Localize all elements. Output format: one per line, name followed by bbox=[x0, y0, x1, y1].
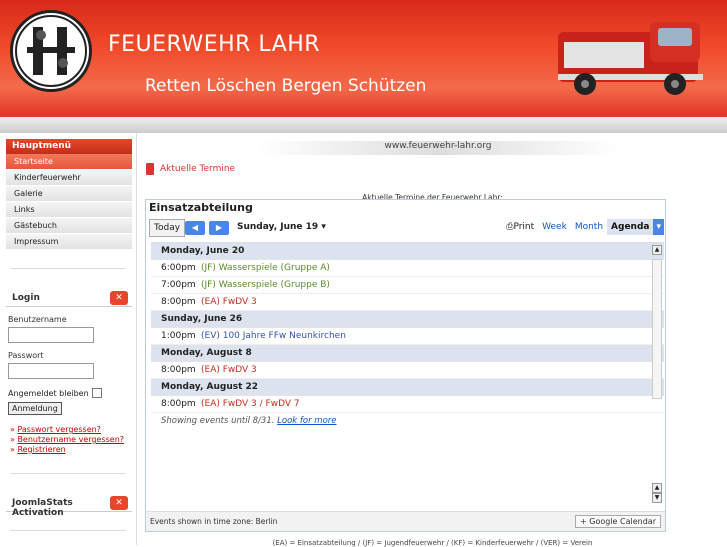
username-input[interactable] bbox=[8, 327, 94, 343]
agenda-scrollbar[interactable]: ▲ bbox=[652, 245, 662, 475]
agenda-day-header: Monday, June 20 bbox=[151, 243, 664, 260]
remember-me-label: Angemeldet bleiben bbox=[8, 388, 89, 398]
site-title: FEUERWEHR LAHR bbox=[108, 32, 321, 57]
site-slogan: Retten Löschen Bergen Schützen bbox=[145, 76, 427, 96]
agenda-event[interactable]: 6:00pm (JF) Wasserspiele (Gruppe A) bbox=[151, 260, 664, 277]
event-time: 8:00pm bbox=[161, 365, 196, 375]
event-title[interactable]: (JF) Wasserspiele (Gruppe A) bbox=[201, 263, 330, 273]
dropdown-arrow-icon[interactable]: ▾ bbox=[653, 219, 664, 235]
close-icon[interactable]: ✕ bbox=[110, 291, 128, 305]
main-menu-title: Hauptmenü bbox=[6, 139, 132, 154]
abbreviation-legend: (EA) = Einsatzabteilung / (JF) = Jugendf… bbox=[272, 539, 593, 547]
register-link[interactable]: » Registrieren bbox=[10, 445, 136, 455]
site-header: FEUERWEHR LAHR Retten Löschen Bergen Sch… bbox=[0, 0, 727, 117]
login-button[interactable]: Anmeldung bbox=[8, 402, 62, 415]
chevron-right-icon[interactable]: ▶ bbox=[209, 221, 229, 235]
sidebar-item-links[interactable]: Links bbox=[6, 202, 132, 218]
tab-month[interactable]: Month bbox=[571, 219, 607, 235]
password-label: Passwort bbox=[8, 351, 44, 360]
remember-me-row: Angemeldet bleiben bbox=[8, 388, 136, 398]
extinguisher-icon bbox=[146, 163, 154, 175]
sidebar-item-gaestebuch[interactable]: Gästebuch bbox=[6, 218, 132, 234]
event-title[interactable]: (EA) FwDV 3 bbox=[201, 365, 257, 375]
agenda-day-header: Monday, August 8 bbox=[151, 345, 664, 362]
sidebar-item-kinderfeuerwehr[interactable]: Kinderfeuerwehr bbox=[6, 170, 132, 186]
print-button[interactable]: ⎙Print bbox=[502, 219, 538, 235]
current-date[interactable]: Sunday, June 19 ▾ bbox=[237, 222, 326, 232]
main-content: www.feuerwehr-lahr.org Aktuelle Termine … bbox=[138, 133, 727, 547]
scroll-up-icon[interactable]: ▲ bbox=[652, 245, 662, 255]
agenda-day-header: Monday, August 22 bbox=[151, 379, 664, 396]
agenda-event[interactable]: 7:00pm (JF) Wasserspiele (Gruppe B) bbox=[151, 277, 664, 294]
scroll-down-icon[interactable]: ▼ bbox=[652, 493, 662, 503]
today-button[interactable]: Today bbox=[149, 219, 186, 237]
page-title: Aktuelle Termine bbox=[146, 163, 235, 175]
agenda-day-header: Sunday, June 26 bbox=[151, 311, 664, 328]
event-time: 1:00pm bbox=[161, 331, 196, 341]
plus-icon: + bbox=[580, 517, 587, 526]
forgot-username-link[interactable]: » Benutzername vergessen? bbox=[10, 435, 136, 445]
divider bbox=[10, 473, 126, 474]
sidebar-item-impressum[interactable]: Impressum bbox=[6, 234, 132, 250]
scroll-up-icon[interactable]: ▲ bbox=[652, 483, 662, 493]
agenda-event[interactable]: 8:00pm (EA) FwDV 3 / FwDV 7 bbox=[151, 396, 664, 413]
forgot-password-link[interactable]: » Passwort vergessen? bbox=[10, 425, 136, 435]
agenda-list: Monday, June 20 6:00pm (JF) Wasserspiele … bbox=[151, 242, 664, 512]
google-calendar-embed: Einsatzabteilung Today ◀ ▶ Sunday, June … bbox=[145, 199, 666, 532]
showing-events-note: Showing events until 8/31. Look for more bbox=[161, 416, 337, 426]
google-calendar-button[interactable]: + Google Calendar bbox=[575, 515, 661, 528]
sidebar-item-galerie[interactable]: Galerie bbox=[6, 186, 132, 202]
login-box-title: Login ✕ bbox=[6, 289, 132, 307]
agenda-event[interactable]: 1:00pm (EV) 100 Jahre FFw Neunkirchen bbox=[151, 328, 664, 345]
event-title[interactable]: (EA) FwDV 3 bbox=[201, 297, 257, 307]
agenda-event[interactable]: 8:00pm (EA) FwDV 3 bbox=[151, 294, 664, 311]
username-label: Benutzername bbox=[8, 315, 67, 324]
calendar-name: Einsatzabteilung bbox=[149, 201, 253, 214]
scrollbar-thumb[interactable] bbox=[652, 259, 662, 399]
sidebar-item-startseite[interactable]: Startseite bbox=[6, 154, 132, 170]
divider bbox=[10, 530, 126, 531]
fire-brigade-logo bbox=[10, 10, 92, 92]
divider bbox=[10, 268, 126, 269]
remember-me-checkbox[interactable] bbox=[91, 388, 102, 398]
fire-truck-image bbox=[550, 12, 710, 102]
calendar-toolbar: Today ◀ ▶ Sunday, June 19 ▾ ⎙Print Week … bbox=[146, 217, 667, 239]
timezone-note: Events shown in time zone: Berlin bbox=[150, 517, 278, 526]
site-url: www.feuerwehr-lahr.org bbox=[258, 141, 618, 155]
close-icon[interactable]: ✕ bbox=[110, 496, 128, 510]
header-subbar bbox=[0, 117, 727, 133]
chevron-down-icon: ▾ bbox=[321, 222, 326, 232]
login-links: » Passwort vergessen? » Benutzername ver… bbox=[10, 425, 136, 455]
scroll-buttons-bottom: ▲ ▼ bbox=[652, 483, 662, 503]
event-title[interactable]: (EV) 100 Jahre FFw Neunkirchen bbox=[201, 331, 346, 341]
page-title-label: Aktuelle Termine bbox=[160, 164, 236, 174]
event-title[interactable]: (EA) FwDV 3 / FwDV 7 bbox=[201, 399, 300, 409]
agenda-event[interactable]: 8:00pm (EA) FwDV 3 bbox=[151, 362, 664, 379]
event-time: 8:00pm bbox=[161, 399, 196, 409]
password-input[interactable] bbox=[8, 363, 94, 379]
event-time: 6:00pm bbox=[161, 263, 196, 273]
sidebar: Hauptmenü Startseite Kinderfeuerwehr Gal… bbox=[0, 133, 137, 545]
tab-agenda[interactable]: Agenda bbox=[607, 219, 654, 235]
event-time: 7:00pm bbox=[161, 280, 196, 290]
event-title[interactable]: (JF) Wasserspiele (Gruppe B) bbox=[201, 280, 330, 290]
event-time: 8:00pm bbox=[161, 297, 196, 307]
tab-week[interactable]: Week bbox=[538, 219, 571, 235]
look-for-more-link[interactable]: Look for more bbox=[277, 416, 336, 426]
joomlastats-box-title: JoomlaStats Activation ✕ bbox=[6, 494, 132, 518]
view-switcher: ⎙Print Week Month Agenda ▾ bbox=[502, 219, 664, 235]
joomlastats-title-label: JoomlaStats Activation bbox=[12, 498, 73, 518]
chevron-left-icon[interactable]: ◀ bbox=[185, 221, 205, 235]
calendar-footer: Events shown in time zone: Berlin + Goog… bbox=[146, 511, 665, 531]
login-title-label: Login bbox=[12, 293, 40, 303]
